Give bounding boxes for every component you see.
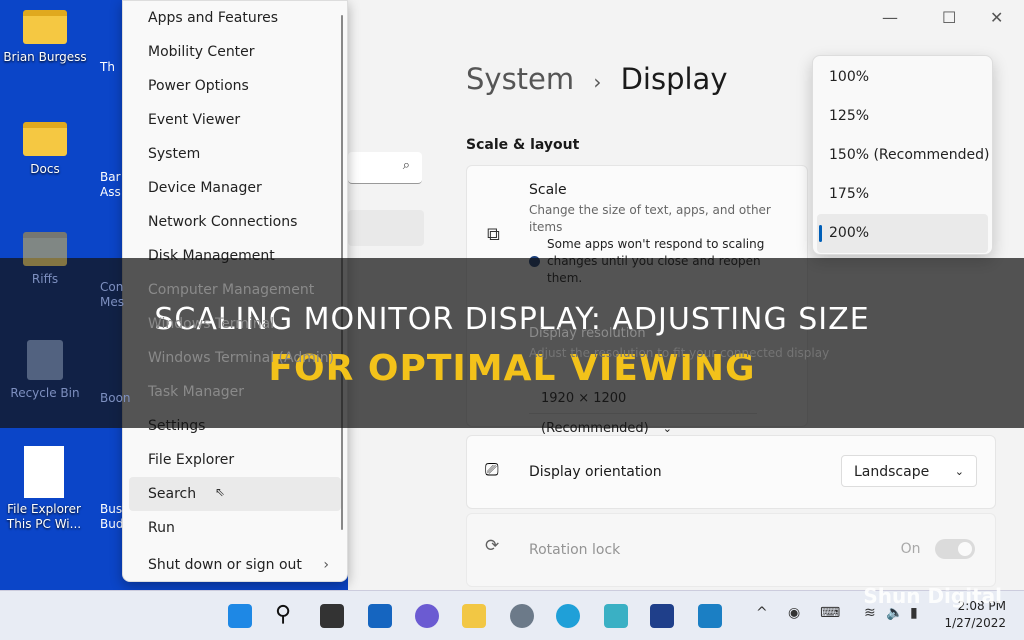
orientation-value: Landscape bbox=[854, 464, 930, 480]
icon-label: Docs bbox=[30, 162, 60, 176]
scale-option-150[interactable]: 150% (Recommended) bbox=[813, 136, 992, 175]
menu-item-mobility-center[interactable]: Mobility Center bbox=[123, 35, 347, 69]
recycle-bin-icon bbox=[27, 340, 63, 380]
clock-date: 1/27/2022 bbox=[944, 616, 1006, 630]
desktop-icon-brian-burgess[interactable]: Brian Burgess bbox=[0, 10, 90, 65]
teams-chat-icon[interactable] bbox=[415, 604, 439, 628]
scale-option-200[interactable]: 200% bbox=[817, 214, 988, 253]
start-icon[interactable] bbox=[228, 604, 252, 628]
search-icon[interactable]: ⚲ bbox=[275, 604, 299, 628]
menu-item-apps-features[interactable]: Apps and Features bbox=[123, 1, 347, 35]
menu-item-system[interactable]: System bbox=[123, 137, 347, 171]
desktop-icon-file-explorer[interactable]: File Explorer This PC Wi... bbox=[0, 446, 88, 532]
scale-icon: ⧉ bbox=[487, 224, 500, 245]
scale-option-100[interactable]: 100% bbox=[813, 58, 992, 97]
orientation-dropdown[interactable]: Landscape ⌄ bbox=[841, 455, 977, 487]
search-icon: ⌕ bbox=[402, 158, 410, 173]
desktop-icon-docs[interactable]: Docs bbox=[0, 122, 90, 177]
desktop-icon-partial[interactable]: Con Mes bbox=[100, 280, 124, 310]
rotation-lock-state: On bbox=[900, 541, 921, 557]
resolution-description: Adjust the resolution to fit your connec… bbox=[529, 346, 830, 360]
scale-option-175[interactable]: 175% bbox=[813, 175, 992, 214]
keyboard-icon[interactable]: ⌨ bbox=[820, 605, 840, 621]
widgets-icon[interactable] bbox=[368, 604, 392, 628]
menu-item-computer-management[interactable]: Computer Management bbox=[123, 273, 347, 307]
chevron-right-icon: › bbox=[323, 557, 329, 573]
menu-item-shut-down[interactable]: Shut down or sign out › bbox=[123, 548, 347, 582]
rotation-lock-toggle[interactable] bbox=[935, 539, 975, 559]
desktop-icon-recycle-bin[interactable]: Recycle Bin bbox=[0, 340, 90, 401]
menu-item-windows-terminal[interactable]: Windows Terminal bbox=[123, 307, 347, 341]
menu-item-power-options[interactable]: Power Options bbox=[123, 69, 347, 103]
chevron-up-icon[interactable]: ^ bbox=[756, 605, 768, 621]
icon-label: File Explorer This PC Wi... bbox=[6, 502, 82, 531]
scale-description: Change the size of text, apps, and other… bbox=[529, 203, 771, 234]
dell-icon[interactable] bbox=[698, 604, 722, 628]
user-folder-icon bbox=[23, 10, 67, 44]
breadcrumb-system[interactable]: System bbox=[466, 62, 574, 96]
rotation-lock-icon: ⟳ bbox=[485, 536, 500, 556]
settings-gear-icon[interactable] bbox=[510, 604, 534, 628]
menu-item-search[interactable]: Search bbox=[129, 477, 341, 511]
section-heading: Scale & layout bbox=[466, 137, 580, 153]
orientation-card: ⎚ Display orientation Landscape ⌄ bbox=[466, 435, 996, 509]
folder-icon bbox=[23, 232, 67, 266]
resolution-title: Display resolution bbox=[529, 326, 646, 341]
menu-item-file-explorer[interactable]: File Explorer bbox=[123, 443, 347, 477]
icon-label: Recycle Bin bbox=[10, 386, 80, 400]
scale-dropdown-list: 100% 125% 150% (Recommended) 175% 200% bbox=[812, 55, 993, 255]
icon-label: Riffs bbox=[31, 272, 59, 286]
mouse-cursor-icon: ⇖ bbox=[215, 485, 226, 499]
edge-icon[interactable] bbox=[556, 604, 580, 628]
menu-item-task-manager[interactable]: Task Manager bbox=[123, 375, 347, 409]
document-icon bbox=[24, 446, 64, 498]
minimize-icon[interactable]: — bbox=[882, 8, 898, 27]
menu-item-windows-terminal-admin[interactable]: Windows Terminal (Admin) bbox=[123, 341, 347, 375]
desktop-icon-partial[interactable]: Th bbox=[100, 60, 115, 75]
breadcrumb: System › Display bbox=[466, 62, 728, 96]
orientation-icon: ⎚ bbox=[485, 460, 499, 480]
chevron-down-icon: ⌄ bbox=[954, 465, 964, 478]
scale-option-125[interactable]: 125% bbox=[813, 97, 992, 136]
close-icon[interactable]: ✕ bbox=[990, 8, 1003, 27]
scale-title: Scale bbox=[529, 182, 567, 198]
database-app-icon[interactable] bbox=[604, 604, 628, 628]
task-view-icon[interactable] bbox=[320, 604, 344, 628]
store-icon[interactable] bbox=[650, 604, 674, 628]
quick-link-menu: Apps and Features Mobility Center Power … bbox=[122, 0, 348, 582]
menu-item-event-viewer[interactable]: Event Viewer bbox=[123, 103, 347, 137]
nav-item-selected[interactable] bbox=[348, 210, 424, 246]
desktop-icon-partial[interactable]: Bar Ass bbox=[100, 170, 121, 200]
rotation-lock-title: Rotation lock bbox=[529, 542, 621, 558]
settings-search-input[interactable]: ⌕ bbox=[348, 152, 422, 184]
desktop-icon-riffs[interactable]: Riffs bbox=[0, 232, 90, 287]
menu-item-network-connections[interactable]: Network Connections bbox=[123, 205, 347, 239]
icon-label: Brian Burgess bbox=[3, 50, 87, 64]
page-title: Display bbox=[620, 62, 728, 96]
breadcrumb-separator: › bbox=[593, 70, 602, 94]
rotation-lock-card: ⟳ Rotation lock On bbox=[466, 513, 996, 587]
folder-icon bbox=[23, 122, 67, 156]
watermark: Shun Digital bbox=[863, 584, 1002, 608]
security-icon[interactable]: ◉ bbox=[788, 605, 800, 621]
file-explorer-icon[interactable] bbox=[462, 604, 486, 628]
menu-item-device-manager[interactable]: Device Manager bbox=[123, 171, 347, 205]
maximize-icon[interactable]: ☐ bbox=[942, 8, 956, 27]
menu-item-run[interactable]: Run bbox=[123, 511, 347, 545]
orientation-title: Display orientation bbox=[529, 464, 662, 480]
menu-item-label: Shut down or sign out bbox=[148, 557, 302, 573]
